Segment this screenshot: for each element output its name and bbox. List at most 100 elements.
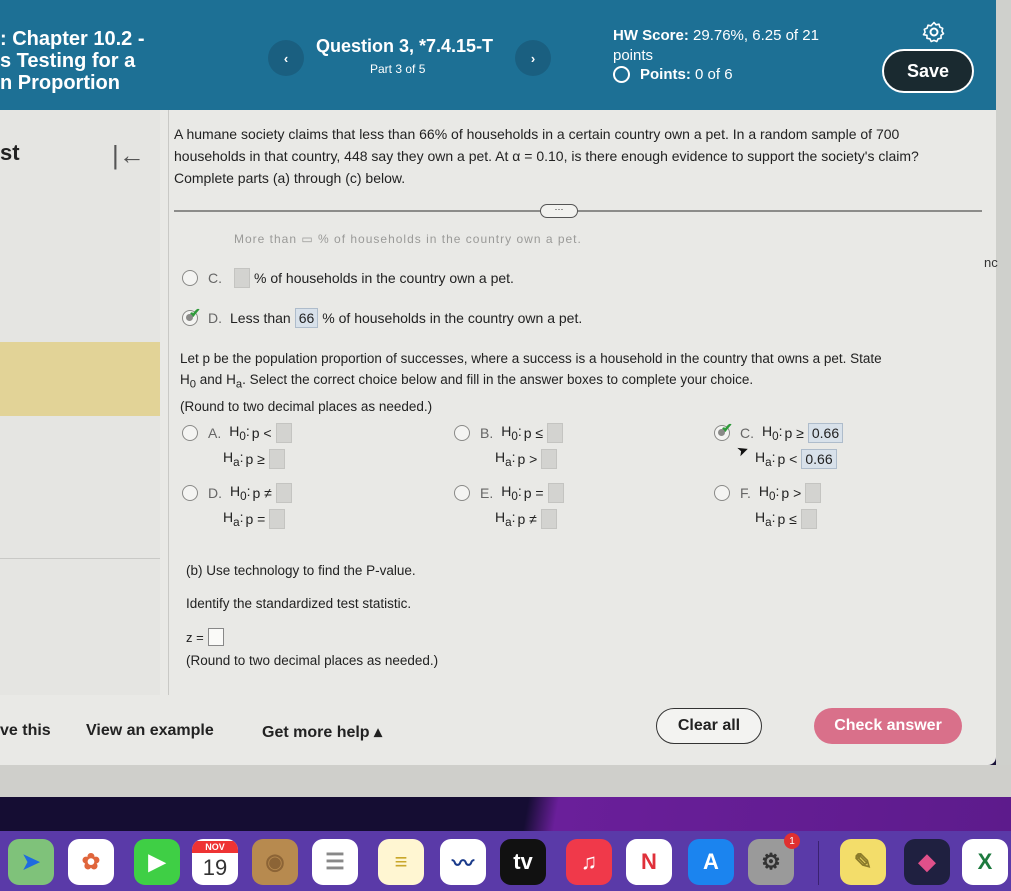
answer-box[interactable]: 66 [294,308,319,328]
option-letter: B. [480,425,494,441]
ha-value-input[interactable]: 0.66 [801,449,837,469]
desktop-wallpaper [0,797,1011,831]
ha-value-input[interactable] [800,509,817,529]
help-me-solve-link[interactable]: ve this [0,722,51,740]
previous-question-button[interactable]: ‹ [268,40,304,76]
question-title: Question 3, *7.4.15-T [316,36,494,56]
next-question-button[interactable]: › [515,40,551,76]
null-hypothesis-label: H0: [758,483,780,503]
option-letter: C. [740,425,754,441]
view-example-link[interactable]: View an example [86,722,214,740]
question-footer: ve this View an example Get more help ▴ … [0,698,996,768]
dock-calendar-icon[interactable]: NOV 19 [192,839,238,885]
calendar-month: NOV [192,841,238,853]
hypothesis-option-f[interactable]: F. H0: p > Ha: p ≤ [714,480,825,532]
option-text: Less than [230,310,291,326]
dock-facetime-icon[interactable]: ▶ [134,839,180,885]
section-divider [174,210,982,212]
alt-hypothesis-label: Ha: [495,449,516,469]
h0-value-input[interactable] [547,423,564,443]
dock-maps-icon[interactable]: ➤ [8,839,54,885]
h0-subscript: 0 [189,378,197,391]
null-operator: p ≥ [784,425,804,441]
checkmark-icon: ✔ [189,305,201,321]
sidebar-current-question-highlight[interactable] [0,342,160,416]
points-label: Points: [640,66,691,83]
h0-value-input[interactable] [805,483,822,503]
dock-shortcuts-icon[interactable]: ◆ [904,839,950,885]
hypothesis-option-d[interactable]: D. H0: p ≠ Ha: p = [182,480,296,532]
app-glyph: ✿ [81,849,101,874]
app-glyph: ➤ [21,849,41,874]
z-value-input[interactable] [207,628,224,646]
dock-music-icon[interactable]: ♫ [566,839,612,885]
dock-freeform-icon[interactable]: 〰 [440,839,486,885]
ha-value-input[interactable] [268,449,285,469]
faded-option-text: More than ▭ % of households in the count… [234,232,582,246]
ha-symbol: H [226,372,236,387]
alt-operator: p = [245,511,266,527]
radio-button[interactable] [182,270,198,286]
chevron-right-icon: › [530,50,536,66]
claim-option-c[interactable]: C. % of households in the country own a … [182,268,514,288]
ha-value-input[interactable] [540,509,557,529]
alt-operator: p < [777,451,798,467]
dock-app-store-icon[interactable]: A [688,839,734,885]
option-letter: C. [208,270,222,286]
h0-value-input[interactable]: 0.66 [807,423,844,443]
gear-icon[interactable] [922,20,946,44]
progress-circle-icon [613,66,630,83]
save-button[interactable]: Save [882,49,974,93]
claim-option-d[interactable]: ✔ D. Less than 66 % of households in the… [182,305,582,328]
collapse-sidebar-icon[interactable]: |← [112,140,145,171]
ha-value-input[interactable] [541,449,558,469]
hypothesis-option-a[interactable]: A. H0: p < Ha: p ≥ [182,420,296,472]
assignment-title: : Chapter 10.2 - s Testing for a n Propo… [0,28,144,94]
h0-value-input[interactable] [275,483,292,503]
answer-box[interactable] [234,268,250,288]
null-operator: p ≠ [252,485,272,501]
hypothesis-option-b[interactable]: B. H0: p ≤ Ha: p > [454,420,567,472]
panel-divider [168,110,169,695]
hypothesis-option-c[interactable]: ✔ C. H0: p ≥0.66 Ha: p <0.66 [714,420,847,472]
null-hypothesis-label: H0: [501,423,522,443]
dock-reminders-icon[interactable]: ☰ [312,839,358,885]
ha-value-input[interactable] [269,509,286,529]
alt-hypothesis-label: Ha: [223,509,244,529]
dock-notes-icon[interactable]: ≡ [378,839,424,885]
dock-contacts-icon[interactable]: ◉ [252,839,298,885]
dock: ➤ ✿ ▶ NOV 19 ◉ ☰ ≡ 〰 tv ♫ N A ⚙ 1 ✎ ◆ X [0,831,1011,891]
radio-button-selected[interactable]: ✔ [182,305,201,326]
round-note: (Round to two decimal places as needed.) [180,398,433,414]
radio-button[interactable] [182,425,198,441]
check-answer-button[interactable]: Check answer [814,708,962,744]
hypothesis-option-e[interactable]: E. H0: p = Ha: p ≠ [454,480,568,532]
clear-all-button[interactable]: Clear all [656,708,762,744]
null-hypothesis-label: H0: [762,423,783,443]
radio-button[interactable] [454,485,470,501]
hw-score: HW Score: 29.76%, 6.25 of 21 points [613,26,863,66]
dock-news-icon[interactable]: N [626,839,672,885]
get-more-help-link[interactable]: Get more help ▴ [262,722,382,742]
radio-button[interactable] [454,425,470,441]
null-operator: p ≤ [523,425,544,441]
dock-photos-icon[interactable]: ✿ [68,839,114,885]
app-glyph: ≡ [394,849,408,874]
test-statistic-prompt: Identify the standardized test statistic… [186,596,412,611]
radio-button[interactable]: ✔ [714,420,733,441]
option-letter: F. [740,485,751,501]
instruction-text: . Select the correct choice below and fi… [242,372,754,387]
assignment-title-line: n Proportion [0,72,120,94]
radio-button[interactable] [182,485,198,501]
assignment-title-line: : Chapter 10.2 - [0,28,145,50]
null-hypothesis-label: H0: [230,483,251,503]
dock-excel-icon[interactable]: X [962,839,1008,885]
dock-apple-tv-icon[interactable]: tv [500,839,546,885]
h0-value-input[interactable] [547,483,564,503]
h0-value-input[interactable] [275,423,292,443]
expand-more-button[interactable]: ··· [540,204,578,218]
radio-button[interactable] [714,485,730,501]
question-list-sidebar: st |← [0,110,160,695]
app-glyph: tv [513,849,533,874]
dock-stickies-icon[interactable]: ✎ [840,839,886,885]
